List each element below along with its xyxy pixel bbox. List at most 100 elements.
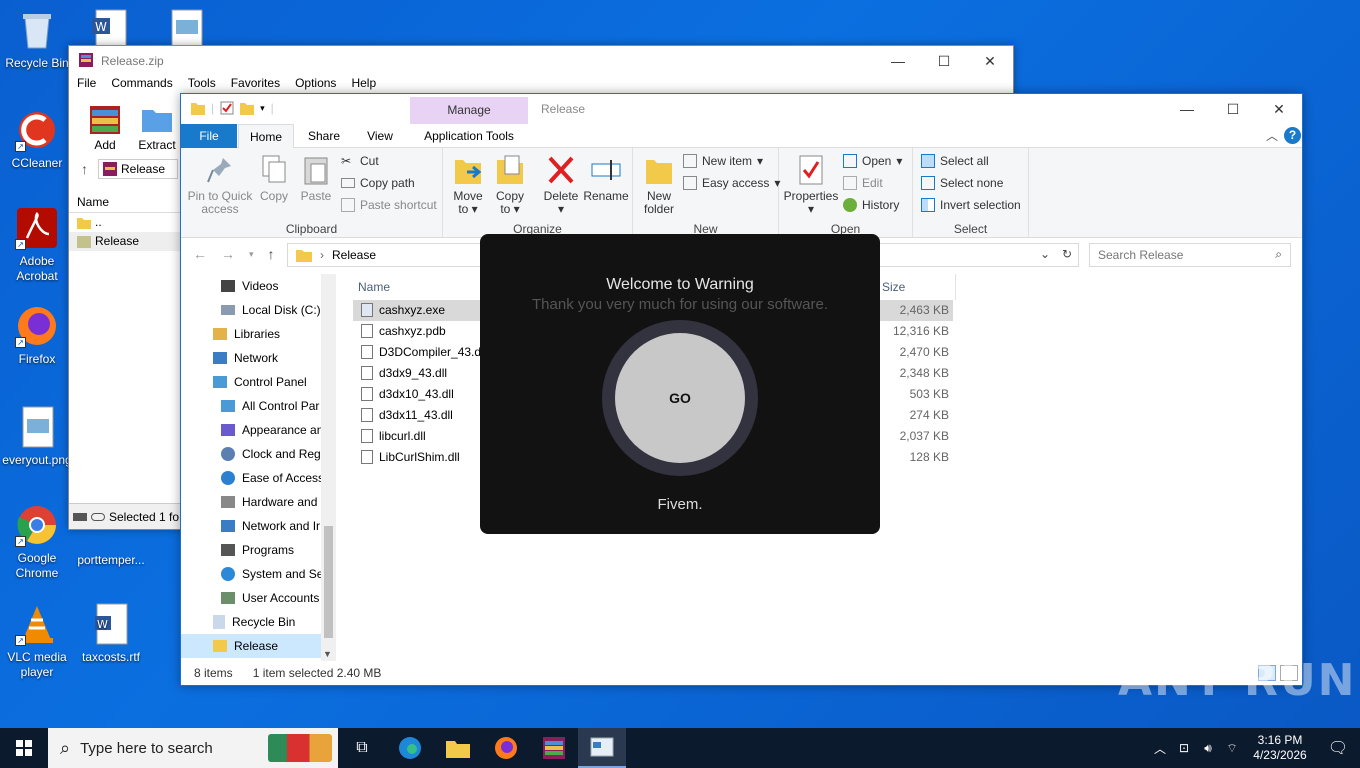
rename-button[interactable]: Rename xyxy=(583,154,629,203)
desktop-icon-everyout-png[interactable]: everyout.png xyxy=(0,405,74,468)
show-hidden-icons-chevron-icon[interactable]: ︿ xyxy=(1148,740,1172,757)
nav-item-ease-of-access[interactable]: Ease of Access xyxy=(181,466,336,490)
history-button[interactable]: History xyxy=(843,198,899,212)
nav-item-recycle-bin[interactable]: Recycle Bin xyxy=(181,610,336,634)
cut-button[interactable]: ✂ Cut xyxy=(341,154,379,168)
customize-toolbar-icon[interactable]: ▾ xyxy=(260,103,265,114)
close-button[interactable]: ✕ xyxy=(1256,94,1302,124)
wifi-icon[interactable]: ⌔ xyxy=(1220,741,1244,756)
taskbar-winrar[interactable] xyxy=(530,728,578,768)
paste-button[interactable]: Paste xyxy=(297,154,335,203)
add-button[interactable]: Add xyxy=(83,96,127,154)
help-icon[interactable]: ? xyxy=(1284,127,1301,144)
tab-home[interactable]: Home xyxy=(238,124,294,148)
task-view-button[interactable]: ⧉ xyxy=(338,728,386,768)
address-dropdown-icon[interactable]: ⌄ xyxy=(1040,247,1050,261)
copy-to-button[interactable]: Copy to ▾ xyxy=(493,154,527,216)
extract-button[interactable]: Extract xyxy=(135,96,179,154)
tab-view[interactable]: View xyxy=(353,124,407,148)
copy-button[interactable]: Copy xyxy=(257,154,291,203)
desktop-icon-firefox[interactable]: ↗ Firefox xyxy=(0,304,74,367)
up-arrow-icon[interactable]: ↑ xyxy=(268,246,275,262)
new-folder-icon[interactable] xyxy=(240,101,255,115)
taskbar-active-app[interactable] xyxy=(578,728,626,768)
taskbar-file-explorer[interactable] xyxy=(434,728,482,768)
tab-manage[interactable]: Manage xyxy=(410,97,528,124)
nav-item-libraries[interactable]: Libraries xyxy=(181,322,336,346)
select-none-button[interactable]: Select none xyxy=(921,176,1003,190)
notifications-icon[interactable]: 🗨︎ xyxy=(1316,738,1360,758)
volume-icon[interactable]: 🔊︎ xyxy=(1196,741,1220,756)
nav-item-network[interactable]: Network xyxy=(181,346,336,370)
pin-to-quick-access-button[interactable]: Pin to Quick access xyxy=(187,154,253,216)
nav-item-system-security[interactable]: System and Sec xyxy=(181,562,336,586)
network-tray-icon[interactable]: ⊡ xyxy=(1172,741,1196,755)
nav-item-videos[interactable]: Videos xyxy=(181,274,336,298)
nav-item-network-internet[interactable]: Network and Ir xyxy=(181,514,336,538)
scrollbar-thumb[interactable] xyxy=(324,526,333,638)
move-to-button[interactable]: Move to ▾ xyxy=(451,154,485,216)
image-file-icon[interactable] xyxy=(168,8,206,47)
up-arrow-icon[interactable]: ↑ xyxy=(81,161,88,177)
invert-selection-button[interactable]: Invert selection xyxy=(921,198,1021,212)
forward-arrow-icon[interactable]: → xyxy=(221,246,235,262)
new-item-button[interactable]: New item ▾ xyxy=(683,154,763,168)
taskbar-search-input[interactable]: ⌕ Type here to search xyxy=(48,728,338,768)
nav-item-control-panel[interactable]: Control Panel xyxy=(181,370,336,394)
search-input[interactable]: Search Release ⌕ xyxy=(1089,243,1291,267)
desktop-icon-recycle-bin[interactable]: Recycle Bin xyxy=(0,8,74,71)
word-document-icon[interactable]: W xyxy=(88,8,130,47)
go-button[interactable]: GO xyxy=(615,333,745,463)
minimize-button[interactable]: — xyxy=(875,46,921,76)
nav-item-all-control-panel[interactable]: All Control Par xyxy=(181,394,336,418)
desktop-icon-google-chrome[interactable]: ↗ Google Chrome xyxy=(0,503,74,581)
properties-button[interactable]: Properties ▾ xyxy=(783,154,839,216)
tab-application-tools[interactable]: Application Tools xyxy=(410,124,528,148)
copy-path-button[interactable]: Copy path xyxy=(341,176,415,190)
open-button[interactable]: Open ▾ xyxy=(843,154,902,168)
column-header-size[interactable]: Size xyxy=(882,280,905,294)
taskbar-firefox[interactable] xyxy=(482,728,530,768)
paste-shortcut-button[interactable]: Paste shortcut xyxy=(341,198,437,212)
desktop-icon-taxcosts-rtf[interactable]: W taxcosts.rtf xyxy=(74,602,148,665)
start-button[interactable] xyxy=(0,728,48,768)
list-item[interactable]: .. xyxy=(69,213,181,232)
nav-item-local-disk[interactable]: Local Disk (C:) xyxy=(181,298,336,322)
desktop-icon-vlc[interactable]: ↗ VLC media player xyxy=(0,602,74,680)
menu-file[interactable]: File xyxy=(77,76,96,96)
desktop-icon-ccleaner[interactable]: ↗ CCleaner xyxy=(0,108,74,171)
breadcrumb[interactable]: Release xyxy=(332,248,376,262)
refresh-icon[interactable]: ↻ xyxy=(1062,247,1072,261)
nav-item-programs[interactable]: Programs xyxy=(181,538,336,562)
nav-item-clock-region[interactable]: Clock and Regi xyxy=(181,442,336,466)
desktop-icon-adobe-acrobat[interactable]: ↗ Adobe Acrobat xyxy=(0,206,74,284)
close-button[interactable]: ✕ xyxy=(967,46,1013,76)
properties-icon[interactable] xyxy=(220,101,234,115)
edit-button[interactable]: Edit xyxy=(843,176,883,190)
column-header-name[interactable]: Name xyxy=(358,280,390,294)
minimize-button[interactable]: — xyxy=(1164,94,1210,124)
menu-commands[interactable]: Commands xyxy=(111,76,172,96)
tab-file[interactable]: File xyxy=(181,124,237,148)
easy-access-button[interactable]: Easy access ▾ xyxy=(683,176,780,190)
nav-item-user-accounts[interactable]: User Accounts xyxy=(181,586,336,610)
new-folder-button[interactable]: New folder xyxy=(639,154,679,216)
maximize-button[interactable]: ☐ xyxy=(921,46,967,76)
nav-scrollbar[interactable]: ▼ xyxy=(321,274,336,661)
back-arrow-icon[interactable]: ← xyxy=(193,246,207,262)
recent-chevron-icon[interactable]: ▾ xyxy=(249,249,254,262)
clock[interactable]: 3:16 PM 4/23/2026 xyxy=(1244,733,1316,763)
taskbar-edge[interactable] xyxy=(386,728,434,768)
path-field[interactable]: Release xyxy=(98,159,178,179)
maximize-button[interactable]: ☐ xyxy=(1210,94,1256,124)
list-item[interactable]: Release xyxy=(69,232,181,251)
tab-share[interactable]: Share xyxy=(297,124,351,148)
nav-item-appearance[interactable]: Appearance an xyxy=(181,418,336,442)
delete-button[interactable]: Delete ▾ xyxy=(541,154,581,216)
column-header-name[interactable]: Name xyxy=(69,191,181,213)
ribbon-collapse-icon[interactable]: ︿ xyxy=(1265,124,1279,148)
nav-item-release[interactable]: Release xyxy=(181,634,336,658)
select-all-button[interactable]: Select all xyxy=(921,154,989,168)
scroll-down-icon[interactable]: ▼ xyxy=(323,649,332,659)
nav-item-hardware[interactable]: Hardware and xyxy=(181,490,336,514)
